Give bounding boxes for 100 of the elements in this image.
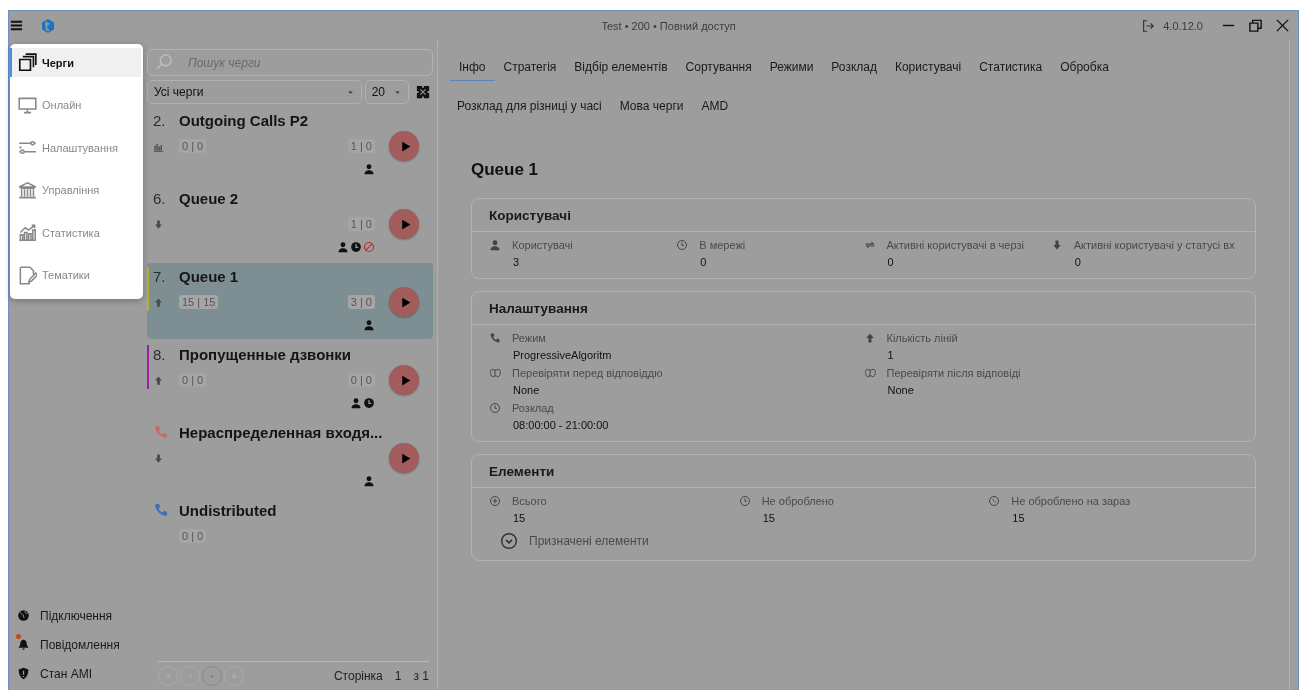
version-label: 4.0.12.0 <box>1163 19 1203 32</box>
clock-icon <box>350 241 362 253</box>
clock-icon <box>363 397 375 409</box>
expander-label[interactable]: Призначені елементи <box>529 534 649 548</box>
monitor-icon <box>18 95 37 115</box>
queue-item[interactable]: Нераспределенная входя... <box>147 419 433 495</box>
counter-chip: 0 | 0 <box>179 139 207 153</box>
tab[interactable]: Статистика <box>970 56 1052 81</box>
tab[interactable]: Сортування <box>676 56 761 81</box>
phone-icon <box>489 332 501 344</box>
menu-icon[interactable] <box>9 18 24 33</box>
tab[interactable]: Стратегія <box>494 56 566 81</box>
counter-chip: 0 | 0 <box>347 373 375 387</box>
field-label: Всього <box>512 495 547 507</box>
person-icon <box>363 475 375 487</box>
play-button[interactable] <box>389 287 419 317</box>
field-label: Кількість ліній <box>886 332 958 344</box>
nav-menu-item[interactable]: Налаштування <box>10 133 141 162</box>
plus-icon <box>489 495 501 507</box>
tab[interactable]: Відбір елементів <box>565 56 677 81</box>
play-button[interactable] <box>389 365 419 395</box>
play-button[interactable] <box>389 209 419 239</box>
queue-item[interactable]: 8. Пропущенные дзвонки 0 | 0 0 | 0 <box>147 341 433 417</box>
nav-menu-item[interactable]: Черги <box>10 48 141 77</box>
field-label: Не оброблено <box>761 495 834 507</box>
sidebar-item[interactable]: Підключення <box>40 608 113 623</box>
queue-name: Нераспределенная входя... <box>179 423 383 441</box>
queue-name: Queue 1 <box>179 267 239 285</box>
restore-icon[interactable] <box>1248 18 1263 33</box>
nav-menu-item[interactable]: Онлайн <box>10 90 141 120</box>
queue-number: 6. <box>153 189 167 207</box>
tab[interactable]: Розклад <box>822 56 886 81</box>
phone-icon <box>153 424 169 440</box>
tab[interactable]: Користувачі <box>885 56 971 81</box>
field-value: None <box>513 384 541 396</box>
arrow-down-icon <box>153 218 164 230</box>
queue-name: Outgoing Calls P2 <box>179 111 309 129</box>
unread-dot <box>16 634 21 639</box>
queue-item[interactable]: 2. Outgoing Calls P2 0 | 0 1 | 0 <box>147 107 433 183</box>
queue-number: 8. <box>153 345 167 363</box>
sliders-icon <box>18 138 37 157</box>
queue-filter-dropdown[interactable]: Усі черги <box>147 80 362 104</box>
nav-menu-item[interactable]: Управління <box>10 175 141 205</box>
queue-number: 2. <box>153 111 167 129</box>
blocked-icon <box>363 241 375 253</box>
field-value: 15 <box>513 512 527 524</box>
expand-icon[interactable] <box>500 532 518 550</box>
counter-chip: 0 | 0 <box>179 373 207 387</box>
person-icon <box>363 163 375 175</box>
arrow-up-icon <box>153 296 164 308</box>
field-label: Розклад <box>512 402 554 414</box>
tab[interactable]: Інфо <box>450 56 495 81</box>
play-button[interactable] <box>389 443 419 473</box>
queue-item[interactable]: 6. Queue 2 1 | 0 <box>147 185 433 261</box>
tab[interactable]: AMD <box>692 95 738 120</box>
arrow-up-icon <box>153 374 164 386</box>
page-label: Сторінка <box>333 669 383 683</box>
field-label: Активні користувачі в черзі <box>886 239 1024 251</box>
close-icon[interactable] <box>1275 18 1290 33</box>
page-number: 1 <box>394 669 402 683</box>
building-icon <box>18 180 37 200</box>
nav-menu-item[interactable]: Тематики <box>10 260 141 290</box>
field-value: 15 <box>1012 512 1026 524</box>
play-button[interactable] <box>389 131 419 161</box>
nav-menu-item[interactable]: Статистика <box>10 218 141 247</box>
counter-chip: 3 | 0 <box>347 295 375 309</box>
clock-icon <box>738 495 751 507</box>
sidebar-item[interactable]: Стан AMI <box>40 666 92 681</box>
field-value: 08:00:00 - 21:00:00 <box>513 419 610 431</box>
field-value: 3 <box>513 256 521 268</box>
arrow-down-icon <box>153 452 164 464</box>
layers-icon <box>18 53 37 72</box>
tab[interactable]: Режими <box>760 56 823 81</box>
logout-icon[interactable] <box>1141 18 1156 33</box>
document-icon <box>18 265 37 285</box>
globe-icon <box>17 609 30 622</box>
shield-icon <box>17 667 30 680</box>
window-title: Test • 200 • Повний доступ <box>600 19 737 32</box>
logo-icon <box>40 17 56 34</box>
counter-chip: 1 | 0 <box>347 217 375 231</box>
field-label: Режим <box>512 332 546 344</box>
field-value: 0 <box>700 256 708 268</box>
swap-icon <box>863 239 876 251</box>
chart-icon <box>18 223 37 242</box>
field-value: 15 <box>762 512 776 524</box>
tab[interactable]: Обробка <box>1051 56 1118 81</box>
sidebar-item[interactable]: Повідомлення <box>40 637 120 652</box>
tab[interactable]: Розклад для різниці у часі <box>448 95 611 120</box>
person-icon <box>489 239 501 251</box>
field-label: Перевіряти після відповіді <box>886 367 1021 379</box>
tab[interactable]: Мова черги <box>610 95 693 120</box>
queue-item[interactable]: Undistributed 0 | 0 <box>147 497 433 573</box>
field-value: 0 <box>1074 256 1082 268</box>
phone-icon <box>988 495 1001 507</box>
field-value: None <box>887 384 915 396</box>
bell-icon <box>17 638 30 651</box>
page-size-dropdown[interactable]: 20 <box>364 80 409 104</box>
clock-icon <box>676 239 689 251</box>
queue-name: Queue 2 <box>179 189 239 207</box>
queue-item[interactable]: 7. Queue 1 15 | 15 3 | 0 <box>147 263 433 339</box>
